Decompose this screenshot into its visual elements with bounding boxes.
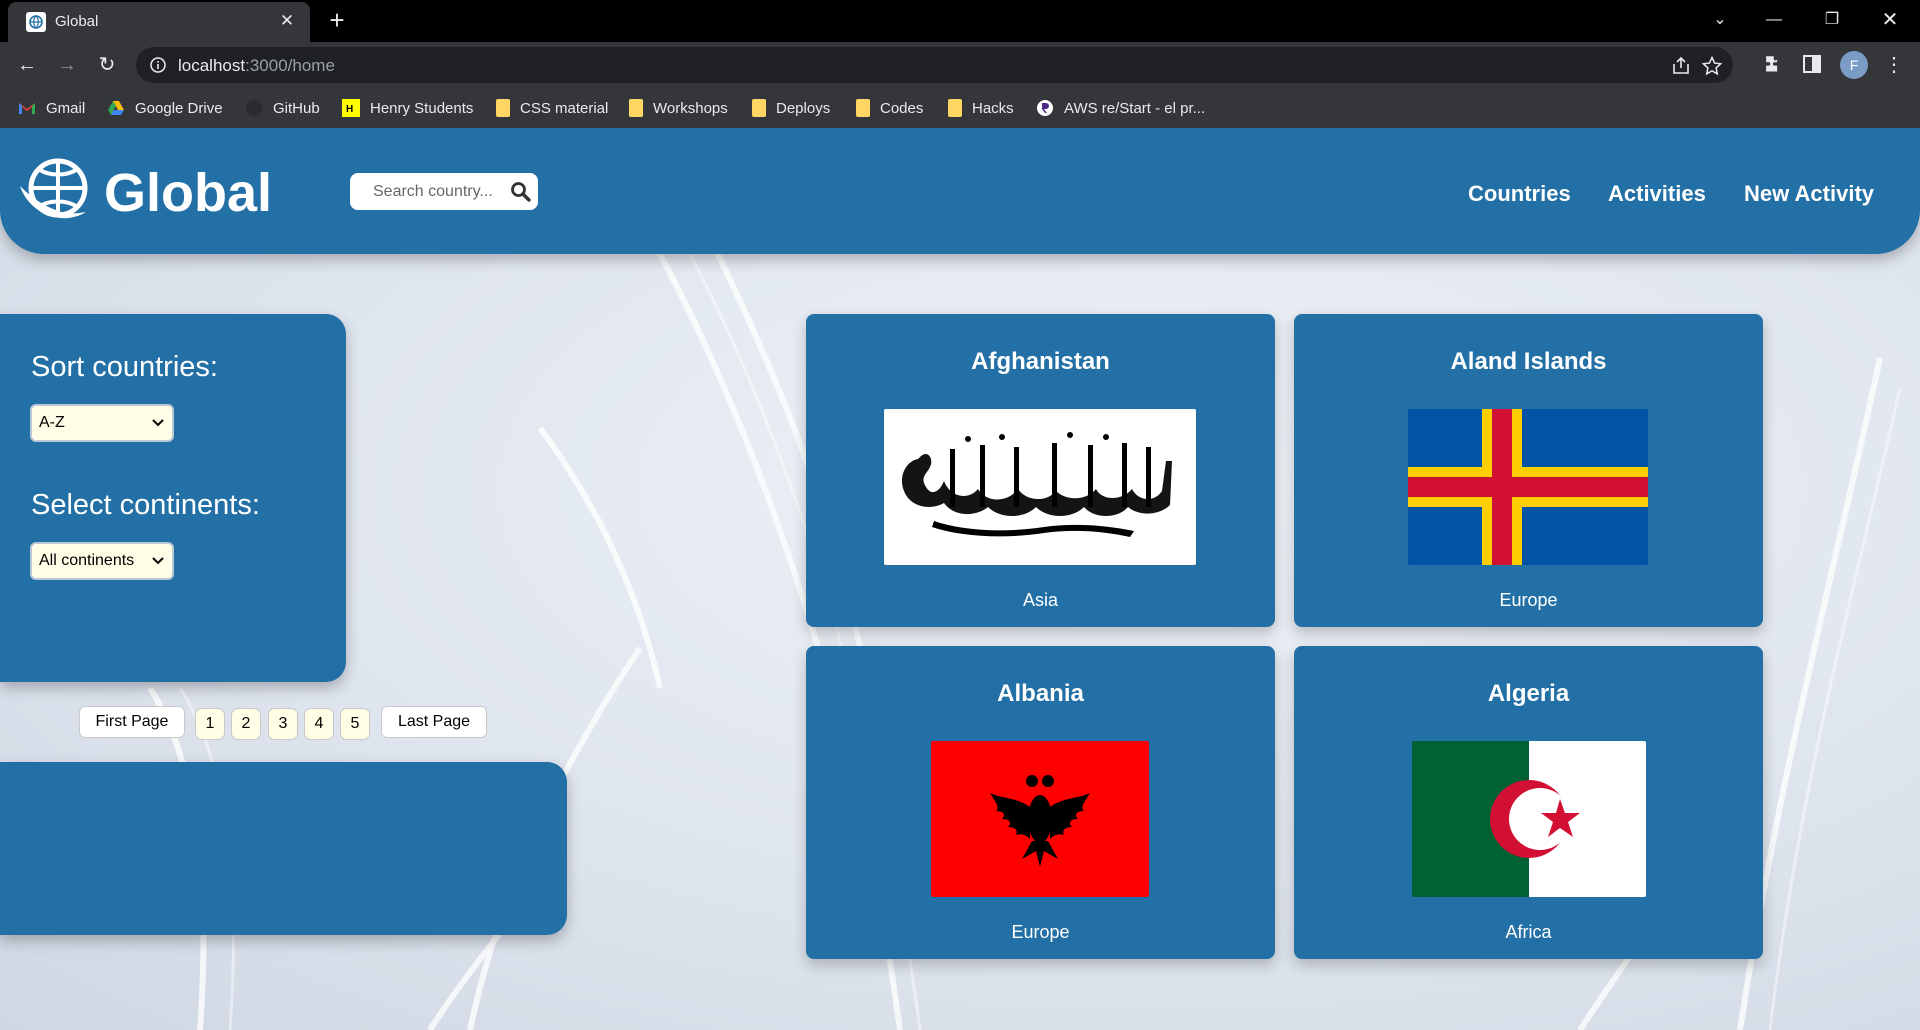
continent-select[interactable]: All continents [30, 542, 174, 580]
search-icon[interactable] [510, 181, 531, 202]
aland-islands-flag-image [1408, 409, 1648, 565]
bookmark-gmail[interactable]: Gmail [18, 97, 85, 119]
bookmarks-bar: Gmail Google Drive GitHub H Henry Studen… [0, 88, 1920, 128]
bookmark-aws-restart[interactable]: AWS re/Start - el pr... [1036, 97, 1205, 119]
bookmark-css-material[interactable]: CSS material [496, 97, 608, 119]
sort-select-value: A-Z [39, 414, 65, 431]
folder-icon [496, 99, 510, 117]
github-icon [246, 100, 262, 116]
folder-icon [629, 99, 643, 117]
country-continent: Asia [1022, 590, 1058, 610]
folder-icon [752, 99, 766, 117]
gmail-icon [19, 103, 35, 114]
site-info-icon[interactable] [149, 56, 167, 74]
bookmark-google-drive[interactable]: Google Drive [107, 97, 223, 119]
nav-countries[interactable]: Countries [1468, 181, 1571, 207]
bookmark-deploys[interactable]: Deploys [752, 97, 830, 119]
tab-title: Global [55, 13, 99, 30]
nav-activities[interactable]: Activities [1608, 181, 1706, 207]
country-name: Albania [997, 680, 1084, 707]
bookmark-star-icon[interactable] [1701, 55, 1723, 77]
algeria-flag-image [1412, 741, 1646, 897]
page-button-3[interactable]: 3 [268, 708, 298, 740]
aws-restart-icon [1037, 100, 1053, 116]
country-name: Algeria [1487, 680, 1570, 707]
country-name: Afghanistan [971, 348, 1110, 375]
site-header: Global Countries Activities New Activity [0, 128, 1920, 254]
svg-text:H: H [346, 104, 353, 115]
afghanistan-flag-image [884, 409, 1196, 565]
chevron-down-icon [152, 419, 164, 427]
restore-icon[interactable]: ❐ [1804, 0, 1860, 40]
bookmark-henry-students[interactable]: H Henry Students [342, 97, 473, 119]
page-button-2[interactable]: 2 [231, 708, 261, 740]
browser-toolbar: ← → ↻ localhost:3000/home F ⋮ [0, 42, 1920, 88]
sort-select[interactable]: A-Z [30, 404, 174, 442]
albania-flag-image [931, 741, 1149, 897]
nav-new-activity[interactable]: New Activity [1744, 181, 1874, 207]
page-button-5[interactable]: 5 [340, 708, 370, 740]
close-window-icon[interactable]: ✕ [1862, 0, 1918, 40]
bookmark-github[interactable]: GitHub [245, 97, 320, 119]
page-button-4[interactable]: 4 [304, 708, 334, 740]
country-continent: Europe [1499, 590, 1558, 610]
brand-title[interactable]: Global [104, 162, 272, 224]
last-page-button[interactable]: Last Page [381, 706, 487, 738]
search-input[interactable] [350, 173, 510, 210]
filters-panel: Sort countries: A-Z Select continents: A… [0, 314, 346, 682]
pagination-panel [0, 762, 567, 935]
continent-select-value: All continents [39, 552, 135, 569]
page-button-1[interactable]: 1 [195, 708, 225, 740]
browser-menu-icon[interactable]: ⋮ [1882, 50, 1906, 80]
continent-label: Select continents: [31, 489, 260, 521]
globe-favicon-icon [26, 12, 46, 32]
page-viewport: Global Countries Activities New Activity… [0, 128, 1920, 1030]
sort-label: Sort countries: [31, 351, 218, 383]
back-icon[interactable]: ← [11, 49, 43, 81]
tab-close-icon[interactable]: ✕ [274, 8, 300, 34]
bookmark-workshops[interactable]: Workshops [629, 97, 728, 119]
chevron-down-icon [152, 557, 164, 565]
reload-icon[interactable]: ↻ [91, 49, 123, 81]
share-icon[interactable] [1670, 55, 1692, 77]
folder-icon [856, 99, 870, 117]
browser-tab[interactable]: Global ✕ [8, 2, 310, 42]
side-panel-icon[interactable] [1800, 52, 1824, 76]
tab-search-icon[interactable]: ⌄ [1692, 0, 1748, 40]
country-card[interactable]: Afghanistan Asia [806, 314, 1275, 627]
google-drive-icon [108, 101, 124, 115]
url-text: localhost:3000/home [178, 56, 335, 75]
minimize-icon[interactable]: — [1746, 0, 1802, 40]
forward-icon[interactable]: → [51, 49, 83, 81]
country-card[interactable]: Algeria Africa [1294, 646, 1763, 959]
henry-logo-icon: H [342, 99, 360, 117]
address-bar[interactable]: localhost:3000/home [136, 47, 1733, 83]
country-card[interactable]: Albania Europe [806, 646, 1275, 959]
new-tab-icon[interactable]: + [322, 6, 352, 36]
country-continent: Africa [1505, 922, 1552, 942]
bookmark-codes[interactable]: Codes [856, 97, 923, 119]
country-continent: Europe [1011, 922, 1070, 942]
browser-tab-strip: Global ✕ + ⌄ — ❐ ✕ [0, 0, 1920, 42]
globe-logo-icon[interactable] [18, 158, 92, 224]
country-card[interactable]: Aland Islands Europe [1294, 314, 1763, 627]
search-box [350, 173, 538, 210]
country-name: Aland Islands [1450, 348, 1607, 375]
bookmark-hacks[interactable]: Hacks [948, 97, 1014, 119]
extensions-icon[interactable] [1761, 52, 1785, 76]
folder-icon [948, 99, 962, 117]
first-page-button[interactable]: First Page [79, 706, 185, 738]
profile-avatar[interactable]: F [1840, 51, 1868, 79]
